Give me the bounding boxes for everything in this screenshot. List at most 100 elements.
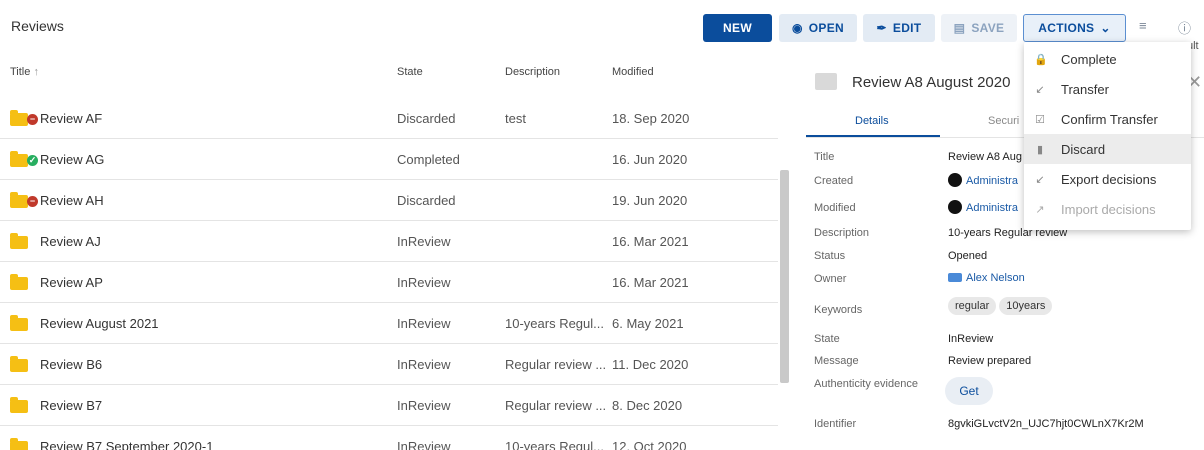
get-button-label: Get bbox=[959, 384, 979, 398]
arrow-down-left-icon: ↙ bbox=[1035, 83, 1045, 96]
row-description: test bbox=[505, 111, 526, 126]
keyword-chip: 10years bbox=[999, 297, 1053, 315]
info-icon[interactable]: ⓘ bbox=[1178, 18, 1191, 37]
actions-button-label: ACTIONS bbox=[1038, 21, 1095, 35]
floppy-icon: ▤ bbox=[953, 21, 966, 35]
row-title: Review AH bbox=[40, 193, 104, 208]
arrow-down-left-icon: ↙ bbox=[1035, 173, 1045, 186]
row-modified: 11. Dec 2020 bbox=[612, 357, 689, 372]
table-row[interactable]: Review AP InReview 16. Mar 2021 bbox=[0, 262, 778, 303]
row-description: 10-years Regul... bbox=[505, 439, 604, 450]
folder-icon bbox=[10, 274, 28, 290]
menu-item-label: Complete bbox=[1061, 51, 1117, 67]
row-state: Completed bbox=[397, 152, 460, 167]
field-value-modified[interactable]: Administra bbox=[948, 200, 1018, 214]
folder-icon bbox=[10, 110, 28, 126]
created-user: Administra bbox=[966, 175, 1018, 187]
list-view-icon[interactable]: ≡ bbox=[1139, 18, 1147, 33]
menu-item-label: Import decisions bbox=[1061, 201, 1156, 217]
field-value-identifier: 8gvkiGLvctV2n_UJC7hjt0CWLnX7Kr2M bbox=[948, 418, 1144, 430]
table-row[interactable]: Review B7 September 2020-1 InReview 10-y… bbox=[0, 426, 778, 450]
trash-icon: ▮ bbox=[1036, 143, 1044, 156]
row-title: Review August 2021 bbox=[40, 316, 159, 331]
page-title: Reviews bbox=[11, 18, 64, 34]
field-label-message: Message bbox=[814, 355, 859, 367]
sort-arrow-up-icon: ↑ bbox=[33, 66, 39, 78]
menu-item-label: Transfer bbox=[1061, 81, 1109, 97]
row-title: Review AG bbox=[40, 152, 105, 167]
arrow-up-right-icon: ↗ bbox=[1035, 203, 1045, 216]
row-title: Review B7 bbox=[40, 398, 103, 413]
row-modified: 18. Sep 2020 bbox=[612, 111, 690, 126]
row-modified: 16. Jun 2020 bbox=[612, 152, 688, 167]
menu-item-export-decisions[interactable]: ↙ Export decisions bbox=[1024, 164, 1191, 194]
row-modified: 16. Mar 2021 bbox=[612, 275, 689, 290]
edit-button[interactable]: ✒ EDIT bbox=[863, 14, 935, 42]
table-scrollbar[interactable] bbox=[780, 170, 789, 383]
field-value-status: Opened bbox=[948, 250, 988, 262]
field-label-created: Created bbox=[814, 175, 854, 187]
field-label-authenticity: Authenticity evidence bbox=[814, 378, 918, 390]
eye-icon: ◉ bbox=[792, 21, 803, 35]
new-button[interactable]: NEW bbox=[703, 14, 772, 42]
completed-status-icon: ✓ bbox=[27, 155, 38, 166]
save-button[interactable]: ▤ SAVE bbox=[941, 14, 1017, 42]
table-row[interactable]: ✓ Review AG Completed 16. Jun 2020 bbox=[0, 139, 778, 180]
save-button-label: SAVE bbox=[971, 21, 1005, 35]
column-header-state[interactable]: State bbox=[397, 66, 423, 78]
discarded-status-icon: − bbox=[27, 114, 38, 125]
actions-button[interactable]: ACTIONS ⌄ bbox=[1023, 14, 1126, 42]
folder-icon bbox=[10, 438, 28, 450]
open-button[interactable]: ◉ OPEN bbox=[779, 14, 857, 42]
row-modified: 6. May 2021 bbox=[612, 316, 684, 331]
app-root: Reviews NEW ◉ OPEN ✒ EDIT ▤ SAVE ACTIONS… bbox=[0, 0, 1204, 450]
row-state: InReview bbox=[397, 439, 451, 450]
row-description: Regular review ... bbox=[505, 398, 607, 413]
owner-name: Alex Nelson bbox=[966, 272, 1025, 284]
tab-details[interactable]: Details bbox=[855, 115, 889, 127]
field-label-description: Description bbox=[814, 227, 870, 239]
modified-user: Administra bbox=[966, 202, 1018, 214]
panel-folder-icon bbox=[815, 73, 837, 90]
check-box-icon: ☑ bbox=[1035, 113, 1045, 126]
field-value-owner[interactable]: Alex Nelson bbox=[948, 272, 1025, 284]
table-row[interactable]: Review August 2021 InReview 10-years Reg… bbox=[0, 303, 778, 344]
field-label-keywords: Keywords bbox=[814, 304, 863, 316]
field-label-owner: Owner bbox=[814, 273, 847, 285]
menu-item-transfer[interactable]: ↙ Transfer bbox=[1024, 74, 1191, 104]
table-row[interactable]: Review B7 InReview Regular review ... 8.… bbox=[0, 385, 778, 426]
field-label-status: Status bbox=[814, 250, 846, 262]
lock-icon: 🔒 bbox=[1034, 53, 1048, 66]
new-button-label: NEW bbox=[723, 21, 752, 35]
menu-item-complete[interactable]: 🔒 Complete bbox=[1024, 44, 1191, 74]
avatar bbox=[948, 200, 962, 214]
details-panel-title: Review A8 August 2020 bbox=[852, 74, 1011, 91]
actions-menu: 🔒 Complete ↙ Transfer ☑ Confirm Transfer… bbox=[1024, 42, 1191, 230]
folder-icon bbox=[10, 356, 28, 372]
chevron-down-icon: ⌄ bbox=[1100, 21, 1111, 35]
row-title: Review B7 September 2020-1 bbox=[40, 439, 214, 450]
avatar bbox=[948, 173, 962, 187]
field-value-created[interactable]: Administra bbox=[948, 173, 1018, 187]
field-label-title: Title bbox=[814, 151, 835, 163]
row-state: InReview bbox=[397, 275, 451, 290]
table-row[interactable]: − Review AF Discarded test 18. Sep 2020 bbox=[0, 98, 778, 139]
get-evidence-button[interactable]: Get bbox=[945, 377, 993, 405]
table-row[interactable]: − Review AH Discarded 19. Jun 2020 bbox=[0, 180, 778, 221]
menu-item-discard[interactable]: ▮ Discard bbox=[1024, 134, 1191, 164]
menu-item-import-decisions[interactable]: ↗ Import decisions bbox=[1024, 194, 1191, 224]
column-header-description[interactable]: Description bbox=[505, 66, 560, 78]
open-button-label: OPEN bbox=[808, 21, 844, 35]
table-row[interactable]: Review B6 InReview Regular review ... 11… bbox=[0, 344, 778, 385]
field-label-modified: Modified bbox=[814, 202, 856, 214]
edit-button-label: EDIT bbox=[892, 21, 922, 35]
field-value-state: InReview bbox=[948, 333, 994, 345]
row-modified: 8. Dec 2020 bbox=[612, 398, 683, 413]
table-row[interactable]: Review AJ InReview 16. Mar 2021 bbox=[0, 221, 778, 262]
column-header-modified[interactable]: Modified bbox=[612, 66, 654, 78]
tab-security[interactable]: Securi bbox=[988, 115, 1019, 127]
field-label-identifier: Identifier bbox=[814, 418, 857, 430]
field-value-message: Review prepared bbox=[948, 355, 1032, 367]
menu-item-confirm-transfer[interactable]: ☑ Confirm Transfer bbox=[1024, 104, 1191, 134]
column-header-title[interactable]: Title ↑ bbox=[10, 66, 39, 78]
